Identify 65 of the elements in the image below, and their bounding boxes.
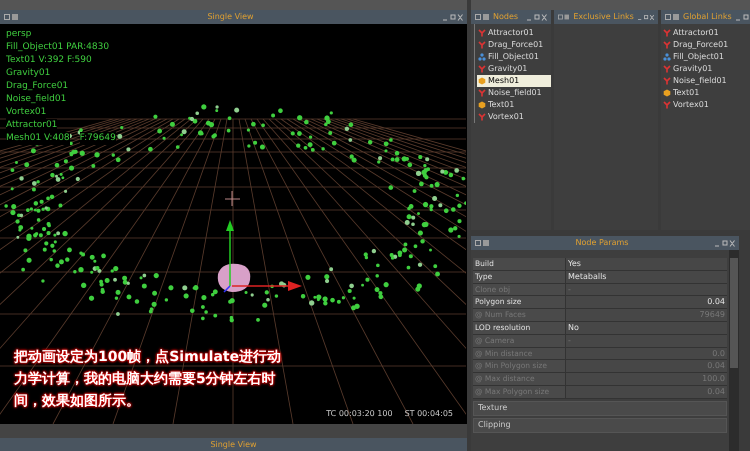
viewport-label: persp	[6, 28, 32, 41]
panel-title: Global Links	[683, 11, 732, 23]
caption-text: 把动画设定为100帧，点Simulate进行动力学计算，我的电脑大约需要5分钟左右时间，效果如图所示。	[14, 348, 282, 411]
list-item[interactable]: Attractor01	[663, 27, 750, 39]
viewport-label: Mesh01 V:408	[6, 132, 70, 145]
fork-icon	[663, 77, 671, 85]
param-value[interactable]: No	[565, 322, 727, 334]
tree-item[interactable]: Fill_Object01	[477, 51, 551, 63]
fork-icon	[478, 41, 486, 49]
window-controls-icon[interactable]	[715, 240, 735, 246]
hexagon-icon	[478, 77, 486, 85]
list-item[interactable]: Drag_Force01	[663, 39, 750, 51]
param-value[interactable]: 0.04	[565, 296, 727, 308]
fork-icon	[663, 29, 671, 37]
tree-item[interactable]: Drag_Force01	[477, 39, 551, 51]
fork-icon	[478, 65, 486, 73]
window-icon	[665, 14, 679, 20]
tree-item[interactable]: Vortex01	[477, 111, 551, 123]
viewport-label: Gravity01	[6, 67, 50, 80]
viewport-label: Drag_Force01	[6, 80, 68, 93]
fork-icon	[478, 29, 486, 37]
list-item[interactable]: Vortex01	[663, 99, 750, 111]
panel-title: Nodes	[493, 11, 520, 23]
param-value[interactable]: Metaballs	[565, 270, 727, 283]
fork-icon	[663, 65, 671, 73]
mesh-blob-drawing	[218, 264, 250, 292]
dots-icon	[478, 53, 486, 61]
viewport-label: F:79649	[80, 132, 116, 145]
window-icon	[4, 14, 18, 20]
sim-time: ST 00:04:05	[404, 408, 453, 420]
panel-title: Exclusive Links	[573, 11, 634, 23]
list-item[interactable]: Gravity01	[663, 63, 750, 75]
fork-icon	[478, 113, 486, 121]
timecode: TC 00:03:20 100	[326, 408, 393, 420]
window-controls-icon[interactable]	[736, 14, 750, 20]
panel-title: Single View	[210, 438, 257, 450]
list-item[interactable]: Fill_Object01	[663, 51, 750, 63]
hexagon-icon	[663, 89, 671, 97]
section-header[interactable]: Texture	[473, 400, 727, 416]
window-controls-icon[interactable]	[527, 14, 547, 20]
window-icon	[475, 14, 489, 20]
hexagon-icon	[478, 101, 486, 109]
tree-item[interactable]: Gravity01	[477, 63, 551, 75]
tree-item[interactable]: Attractor01	[477, 27, 551, 39]
tree-item[interactable]: Text01	[477, 99, 551, 111]
fork-icon	[478, 89, 486, 97]
panel-title: Single View	[206, 11, 255, 23]
list-item[interactable]: Noise_field01	[663, 75, 750, 87]
list-item[interactable]: Text01	[663, 87, 750, 99]
crosshair-icon	[224, 190, 240, 206]
fork-icon	[663, 101, 671, 109]
viewport-label: Vortex01	[6, 106, 46, 119]
param-value[interactable]: Yes	[565, 258, 727, 270]
viewport-label: Noise_field01	[6, 93, 66, 106]
viewport-label: Fill_Object01 PAR:4830	[6, 41, 110, 54]
fork-icon	[663, 41, 671, 49]
window-controls-icon[interactable]	[443, 14, 463, 20]
section-header[interactable]: Clipping	[473, 418, 727, 433]
window-controls-icon[interactable]	[638, 14, 654, 20]
window-icon	[558, 14, 570, 20]
tree-item[interactable]: Noise_field01	[477, 87, 551, 99]
window-icon	[475, 240, 489, 246]
panel-title: Node Params	[574, 237, 630, 249]
dots-icon	[663, 53, 671, 61]
tree-item[interactable]: Mesh01	[477, 75, 551, 87]
